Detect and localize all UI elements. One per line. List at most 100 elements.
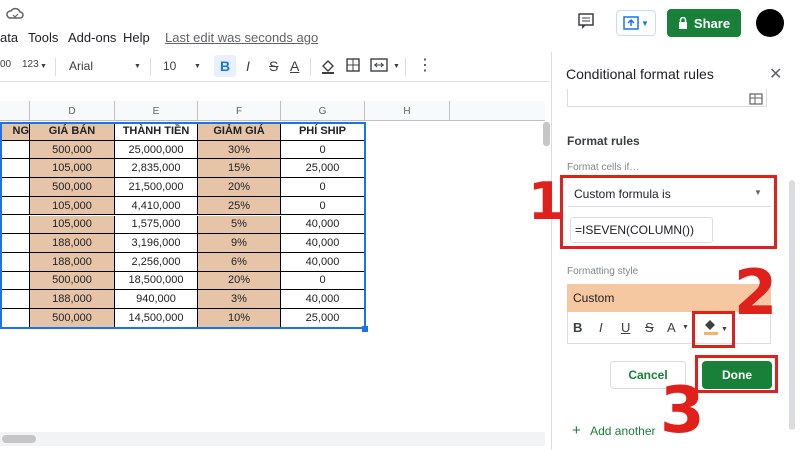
table-cell[interactable]: 15% [198,159,281,179]
app-window: ata Tools Add-ons Help Last edit was sec… [0,0,800,450]
strikethrough-button[interactable]: S [269,58,278,74]
bold-button[interactable]: B [220,58,230,74]
menu-tools[interactable]: Tools [28,30,58,45]
table-cell[interactable]: 25,000 [281,159,365,179]
table-cell[interactable] [0,252,30,272]
table-cell[interactable]: 18,500,000 [115,271,198,291]
table-cell[interactable]: 188,000 [30,252,115,272]
header-cell[interactable]: GIÁ BÁN [30,122,115,141]
table-cell[interactable]: 940,000 [115,290,198,309]
table-cell[interactable]: 0 [281,196,365,216]
table-cell[interactable]: 105,000 [30,196,115,216]
range-input[interactable] [567,89,767,107]
column-header-i[interactable] [450,101,545,121]
column-header[interactable]: D [30,101,115,121]
column-header[interactable]: F [198,101,281,121]
font-select[interactable]: Arial [69,59,93,73]
zoom-select[interactable]: 00 [0,59,11,70]
table-cell[interactable] [0,309,30,328]
header-cell[interactable]: NG [0,122,30,141]
table-cell[interactable]: 25,000 [281,309,365,328]
column-header[interactable]: H [365,101,450,121]
style-underline-button[interactable]: U [621,320,630,335]
panel-title: Conditional format rules [566,66,714,82]
table-cell[interactable] [0,271,30,291]
table-cell[interactable]: 0 [281,271,365,291]
number-format-select[interactable]: 123 [22,59,39,70]
table-cell[interactable]: 20% [198,178,281,197]
more-options-button[interactable]: ⋮ [417,55,433,75]
column-header[interactable]: E [115,101,198,121]
table-cell[interactable]: 10% [198,309,281,328]
vertical-scroll-thumb[interactable] [543,122,550,146]
table-cell[interactable]: 25,000,000 [115,140,198,160]
table-cell[interactable]: 40,000 [281,234,365,253]
table-cell[interactable]: 4,410,000 [115,196,198,216]
horizontal-scrollbar[interactable] [0,432,545,446]
close-icon[interactable]: ✕ [769,64,782,84]
menu-help[interactable]: Help [123,30,150,45]
table-cell[interactable] [0,178,30,197]
table-cell[interactable] [0,196,30,216]
table-cell[interactable]: 3,196,000 [115,234,198,253]
table-cell[interactable]: 0 [281,140,365,160]
fill-color-icon[interactable] [320,58,336,74]
avatar[interactable] [756,9,784,37]
table-cell[interactable] [0,159,30,179]
table-cell[interactable]: 3% [198,290,281,309]
table-cell[interactable]: 500,000 [30,309,115,328]
table-cell[interactable] [0,215,30,235]
menu-data[interactable]: ata [0,30,18,45]
text-color-button[interactable]: A [290,58,299,74]
horizontal-scroll-thumb[interactable] [2,435,36,443]
menu-addons[interactable]: Add-ons [68,30,116,45]
header-cell[interactable]: THÀNH TIỀN [115,122,198,141]
table-cell[interactable]: 6% [198,252,281,272]
style-bold-button[interactable]: B [573,320,582,335]
panel-scrollbar[interactable] [789,180,795,430]
last-edit-link[interactable]: Last edit was seconds ago [165,30,318,45]
table-cell[interactable]: 0 [281,178,365,197]
table-cell[interactable]: 2,835,000 [115,159,198,179]
comment-icon[interactable] [577,12,595,30]
header-cell[interactable]: PHÍ SHIP [281,122,365,141]
add-another-rule-link[interactable]: + Add another [572,422,656,439]
borders-icon[interactable] [346,58,360,72]
table-cell[interactable]: 14,500,000 [115,309,198,328]
table-cell[interactable]: 40,000 [281,290,365,309]
table-cell[interactable]: 21,500,000 [115,178,198,197]
column-header[interactable]: G [281,101,365,121]
style-italic-button[interactable]: I [599,320,603,335]
table-cell[interactable]: 188,000 [30,234,115,253]
share-button[interactable]: Share [667,9,741,37]
table-cell[interactable] [0,290,30,309]
table-cell[interactable]: 1,575,000 [115,215,198,235]
table-cell[interactable] [0,234,30,253]
table-cell[interactable]: 500,000 [30,178,115,197]
table-cell[interactable]: 9% [198,234,281,253]
lock-icon [678,17,687,29]
select-range-icon[interactable] [749,93,763,105]
table-cell[interactable]: 20% [198,271,281,291]
table-cell[interactable]: 500,000 [30,140,115,160]
table-cell[interactable] [0,140,30,160]
table-cell[interactable]: 40,000 [281,215,365,235]
present-button[interactable]: ▼ [616,10,656,36]
style-text-color-button[interactable]: A [667,320,676,335]
italic-button[interactable]: I [246,58,250,74]
font-size-select[interactable]: 10 [163,59,176,73]
table-cell[interactable]: 105,000 [30,159,115,179]
table-cell[interactable]: 105,000 [30,215,115,235]
table-cell[interactable]: 40,000 [281,252,365,272]
column-header-c[interactable] [0,101,30,121]
table-cell[interactable]: 2,256,000 [115,252,198,272]
table-cell[interactable]: 25% [198,196,281,216]
table-cell[interactable]: 5% [198,215,281,235]
header-cell[interactable]: GIẢM GIÁ [198,122,281,141]
merge-cells-icon[interactable] [370,58,388,72]
fill-handle[interactable] [362,325,368,332]
table-cell[interactable]: 30% [198,140,281,160]
table-cell[interactable]: 188,000 [30,290,115,309]
table-cell[interactable]: 500,000 [30,271,115,291]
style-strike-button[interactable]: S [645,320,654,335]
